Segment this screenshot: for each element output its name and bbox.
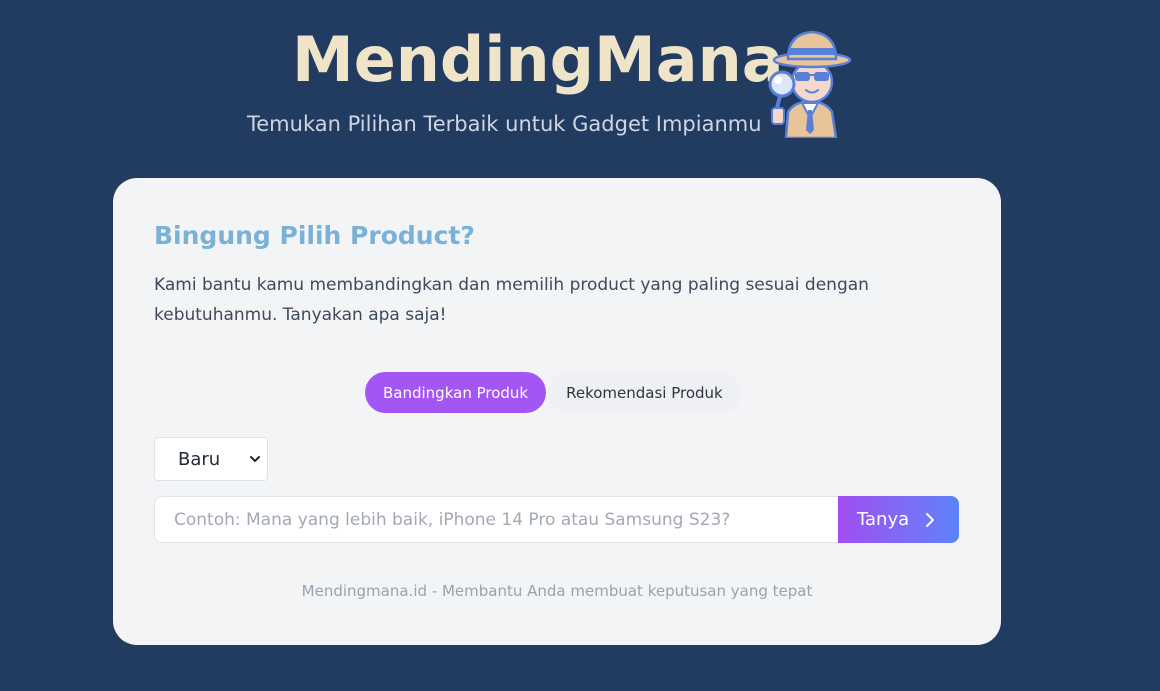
mode-tabs: Bandingkan Produk Rekomendasi Produk: [365, 372, 741, 413]
condition-select-value: Baru: [178, 448, 221, 470]
chevron-right-icon: [926, 512, 935, 527]
ask-button-label: Tanya: [857, 509, 910, 530]
detective-mascot-icon: [768, 30, 852, 138]
question-form: Tanya: [154, 496, 959, 543]
ask-button[interactable]: Tanya: [838, 496, 959, 543]
tab-bandingkan-produk[interactable]: Bandingkan Produk: [365, 372, 547, 413]
tagline: Temukan Pilihan Terbaik untuk Gadget Imp…: [247, 112, 762, 136]
condition-select[interactable]: Baru: [154, 437, 268, 481]
card-heading: Bingung Pilih Product?: [154, 221, 475, 250]
main-card: Bingung Pilih Product? Kami bantu kamu m…: [113, 178, 1001, 645]
footer-note: Mendingmana.id - Membantu Anda membuat k…: [301, 582, 813, 600]
chevron-down-icon: [250, 456, 260, 462]
card-description: Kami bantu kamu membandingkan dan memili…: [154, 275, 869, 325]
brand-title: MendingMana: [292, 23, 784, 96]
tab-rekomendasi-produk[interactable]: Rekomendasi Produk: [548, 372, 741, 413]
question-input[interactable]: [154, 496, 840, 543]
